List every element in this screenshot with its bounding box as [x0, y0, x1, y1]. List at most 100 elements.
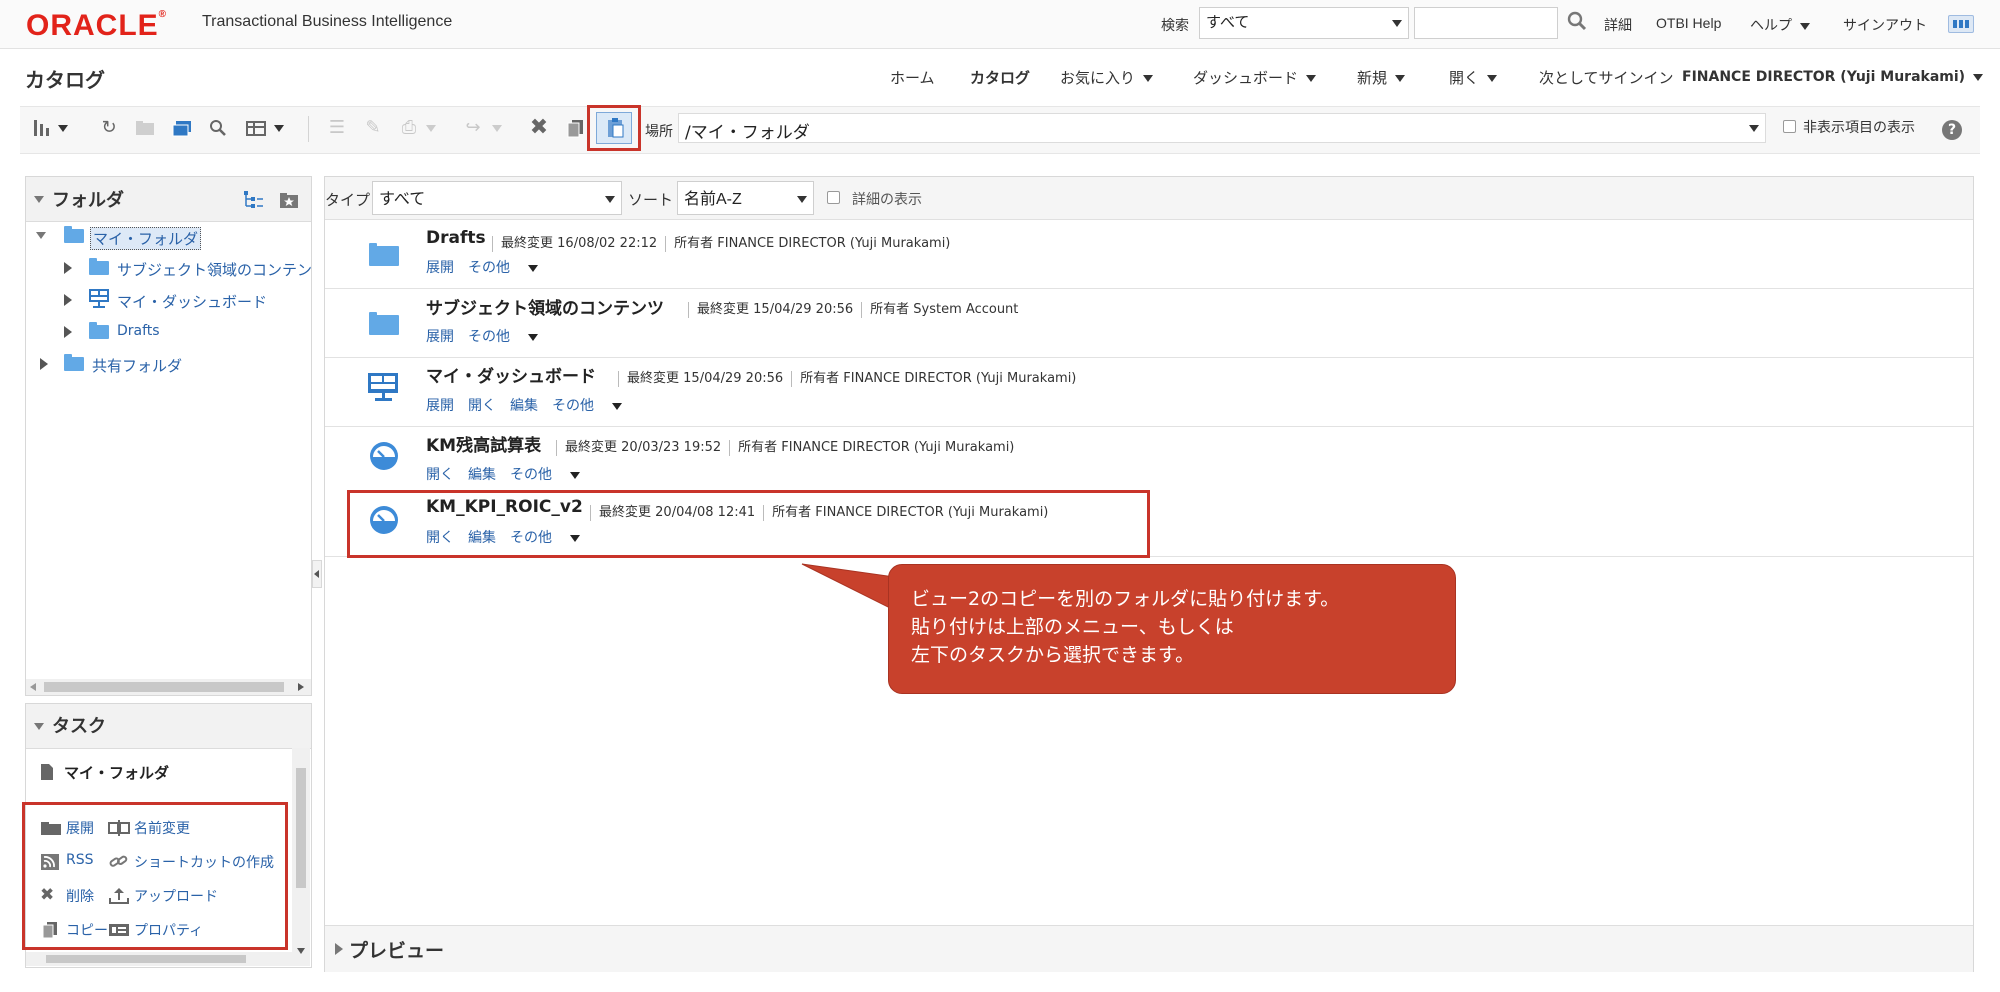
chevron-down-icon [1973, 73, 1984, 81]
horizontal-scrollbar[interactable] [26, 952, 292, 966]
expand-icon[interactable] [40, 358, 48, 370]
delete-icon: ✖ [40, 885, 55, 905]
chevron-down-icon [1800, 22, 1810, 30]
preview-bar[interactable]: プレビュー [325, 925, 1973, 972]
otbi-help-link[interactable]: OTBI Help [1656, 15, 1721, 31]
modified-value: 20/03/23 19:52 [621, 440, 722, 455]
item-meta: 最終変更 15/04/29 20:56 所有者 FINANCE DIRECTOR … [610, 367, 1076, 387]
print-icon[interactable]: ⎙ [398, 117, 420, 139]
edit-link[interactable]: 編集 [510, 398, 538, 414]
item-name[interactable]: Drafts [426, 228, 486, 248]
panel-splitter[interactable] [312, 560, 322, 588]
show-hidden-label: 非表示項目の表示 [1803, 120, 1915, 136]
more-link-label: その他 [468, 260, 510, 276]
more-link-label: その他 [552, 398, 594, 414]
tree-view-icon[interactable] [242, 189, 264, 211]
expand-icon[interactable] [64, 294, 72, 306]
item-name[interactable]: KM残高試算表 [426, 431, 541, 456]
paste-button[interactable] [596, 112, 632, 144]
sort-select[interactable]: 名前A-Z [677, 181, 814, 215]
collapse-icon[interactable] [34, 196, 44, 203]
nav-dashboards[interactable]: ダッシュボード [1193, 67, 1317, 88]
owner-label: 所有者 [870, 302, 910, 317]
separator [618, 370, 619, 387]
item-name[interactable]: サブジェクト領域のコンテンツ [426, 294, 664, 319]
modified-label: 最終変更 [627, 371, 680, 386]
expand-icon[interactable] [36, 232, 46, 239]
type-select[interactable]: すべて [372, 181, 622, 215]
nav-favorites[interactable]: お気に入り [1060, 67, 1154, 88]
folders-icon[interactable] [171, 117, 193, 139]
toolbar-divider [308, 116, 309, 142]
more-link[interactable]: その他 [468, 329, 552, 345]
chevron-down-icon [1749, 125, 1759, 132]
tree-item-subject-areas[interactable]: サブジェクト領域のコンテンツ [117, 259, 311, 280]
nav-home[interactable]: ホーム [890, 67, 935, 88]
chevron-down-icon[interactable] [492, 125, 502, 132]
search-icon[interactable] [1566, 10, 1588, 32]
view-bars-icon[interactable] [32, 117, 54, 139]
nav-catalog[interactable]: カタログ [970, 67, 1030, 88]
nav-open[interactable]: 開く [1449, 67, 1498, 88]
show-hidden-checkbox[interactable] [1783, 120, 1796, 133]
callout-line: 左下のタスクから選択できます。 [911, 644, 1195, 666]
accessibility-icon[interactable] [1948, 15, 1974, 33]
search-scope-select[interactable]: すべて [1199, 7, 1409, 39]
open-link[interactable]: 開く [426, 467, 454, 483]
more-link[interactable]: その他 [510, 467, 594, 483]
help-menu[interactable]: ヘルプ [1750, 15, 1810, 35]
chevron-down-icon[interactable] [274, 125, 284, 132]
copy-icon[interactable] [565, 117, 587, 139]
properties-icon[interactable]: ☰ [326, 117, 348, 139]
scroll-down-icon[interactable] [297, 948, 305, 954]
expand-icon[interactable] [64, 262, 72, 274]
horizontal-scrollbar[interactable] [26, 679, 311, 695]
scroll-left-icon[interactable] [30, 683, 36, 691]
scrollbar-thumb[interactable] [44, 682, 284, 692]
user-name: FINANCE DIRECTOR (Yuji Murakami) [1682, 69, 1966, 85]
search-icon[interactable] [207, 117, 229, 139]
expand-link[interactable]: 展開 [426, 329, 454, 345]
location-field[interactable]: /マイ・フォルダ [678, 113, 1766, 143]
refresh-icon[interactable]: ↻ [98, 117, 120, 139]
search-input[interactable] [1414, 7, 1558, 39]
more-link[interactable]: その他 [552, 398, 636, 414]
help-icon[interactable]: ? [1942, 120, 1962, 140]
user-menu[interactable]: FINANCE DIRECTOR (Yuji Murakami) [1682, 69, 1984, 85]
show-details-checkbox[interactable] [827, 191, 840, 204]
sort-label: ソート [628, 191, 674, 209]
product-name: Transactional Business Intelligence [202, 13, 453, 30]
collapse-icon[interactable] [34, 723, 44, 730]
table-view-icon[interactable] [245, 117, 267, 139]
new-folder-icon[interactable] [134, 117, 156, 139]
scrollbar-thumb[interactable] [296, 768, 306, 888]
tree-item-my-folders[interactable]: マイ・フォルダ [90, 227, 202, 250]
item-actions: 展開 開く 編集 その他 [426, 395, 650, 415]
share-icon[interactable]: ↪ [462, 117, 484, 139]
edit-icon[interactable]: ✎ [362, 117, 384, 139]
separator [729, 439, 731, 456]
favorite-folder-icon[interactable] [278, 189, 300, 211]
chevron-down-icon[interactable] [58, 125, 68, 132]
expand-icon[interactable] [64, 326, 72, 338]
scrollbar-thumb[interactable] [46, 955, 246, 963]
task-properties-label: プロパティ [134, 923, 204, 939]
chevron-down-icon[interactable] [426, 125, 436, 132]
nav-new[interactable]: 新規 [1357, 67, 1406, 88]
tree-item-my-dashboard[interactable]: マイ・ダッシュボード [117, 291, 267, 312]
open-link[interactable]: 開く [468, 398, 496, 414]
signout-link[interactable]: サインアウト [1843, 15, 1927, 35]
tree-item-drafts[interactable]: Drafts [117, 323, 160, 339]
edit-link[interactable]: 編集 [468, 467, 496, 483]
scroll-right-icon[interactable] [298, 683, 304, 691]
more-link[interactable]: その他 [468, 260, 552, 276]
catalog-row[interactable] [325, 220, 1973, 289]
item-name[interactable]: マイ・ダッシュボード [426, 362, 596, 387]
rss-icon [41, 854, 59, 870]
delete-icon[interactable]: ✖ [528, 117, 550, 139]
tree-item-shared-folders[interactable]: 共有フォルダ [92, 355, 182, 376]
advanced-link[interactable]: 詳細 [1604, 15, 1632, 35]
expand-link[interactable]: 展開 [426, 260, 454, 276]
expand-link[interactable]: 展開 [426, 398, 454, 414]
vertical-scrollbar[interactable] [292, 748, 310, 966]
